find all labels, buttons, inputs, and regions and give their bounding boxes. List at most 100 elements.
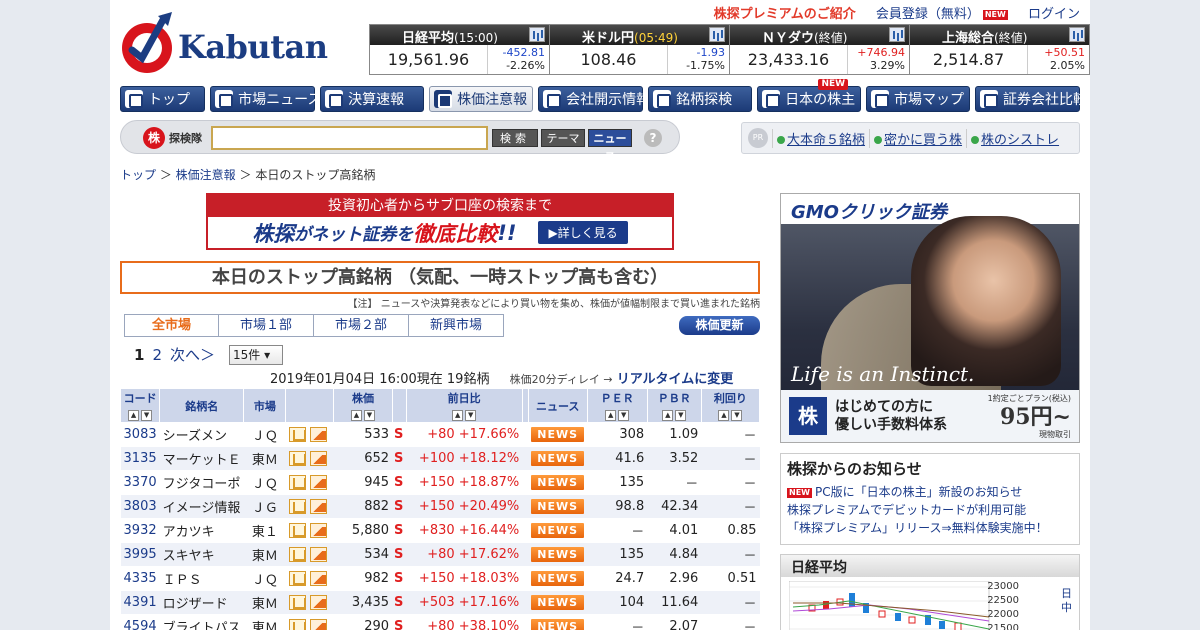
table-row[interactable]: 3803 イメージ情報 ＪＧ 882 S +150 +20.49% NEWS 98.8 42.3…: [120, 494, 760, 519]
nikkei-side-label[interactable]: 日中: [1061, 587, 1075, 615]
col-change[interactable]: 前日比 ▲ ▼: [405, 388, 523, 423]
kabutan-logo[interactable]: Kabutan: [120, 12, 350, 76]
page-2-link[interactable]: 2: [152, 346, 162, 364]
book-icon[interactable]: [288, 619, 306, 630]
notice-item[interactable]: NEW PC版に「日本の株主」新設のお知らせ: [787, 483, 1073, 501]
stock-code-link[interactable]: 3370: [124, 475, 157, 490]
nav-item[interactable]: 日本の株主 NEW: [757, 79, 862, 112]
table-row[interactable]: 3083 シーズメン ＪＱ 533 S +80 +17.66% NEWS 308 1.09 －: [120, 422, 760, 447]
cell-code[interactable]: 4391: [120, 590, 160, 615]
col-per[interactable]: ＰＥＲ ▲ ▼: [586, 388, 648, 423]
col-code[interactable]: コード ▲ ▼: [119, 388, 161, 423]
register-link[interactable]: 会員登録（無料） NEW: [876, 7, 1008, 22]
breadcrumb-top[interactable]: トップ: [120, 168, 156, 182]
stock-code-link[interactable]: 4335: [124, 571, 157, 586]
nav-item[interactable]: 市場ニュース: [210, 86, 321, 112]
cell-code[interactable]: 3083: [120, 422, 160, 447]
sort-icons[interactable]: ▲ ▼: [407, 407, 522, 421]
chart-icon[interactable]: [309, 451, 327, 466]
chart-icon[interactable]: [309, 475, 327, 490]
chart-icon[interactable]: [309, 571, 327, 586]
table-row[interactable]: 4335 ＩＰＳ ＪＱ 982 S +150 +18.03% NEWS 24.7 2.96 0.5…: [120, 566, 760, 591]
stock-code-link[interactable]: 4391: [124, 595, 157, 610]
table-row[interactable]: 3932 アカツキ 東１ 5,880 S +830 +16.44% NEWS － 4.01 0.8…: [120, 518, 760, 543]
refresh-price-button[interactable]: 株価更新: [679, 316, 760, 335]
book-icon[interactable]: [288, 571, 306, 586]
stock-code-link[interactable]: 3135: [124, 451, 157, 466]
tab-all-market[interactable]: 全市場: [124, 314, 219, 337]
cell-code[interactable]: 3370: [120, 470, 160, 495]
nav-item[interactable]: 株価注意報: [429, 86, 534, 112]
table-row[interactable]: 4391 ロジザード 東Ｍ 3,435 S +503 +17.16% NEWS 104 11.6…: [120, 590, 760, 615]
theme-search-button[interactable]: テーマ: [541, 129, 585, 147]
notice-item[interactable]: 「株探プレミアム」リリース⇒無料体験実施中！: [787, 519, 1073, 537]
news-button[interactable]: NEWS: [531, 523, 585, 538]
login-link[interactable]: ログイン: [1028, 7, 1080, 22]
tab-market-1[interactable]: 市場１部: [219, 314, 314, 337]
table-row[interactable]: 3135 マーケットＥ 東Ｍ 652 S +100 +18.12% NEWS 41.6 3.52…: [120, 446, 760, 471]
cell-code[interactable]: 4594: [120, 614, 160, 630]
chart-icon[interactable]: [529, 27, 545, 42]
nav-item[interactable]: トップ: [120, 86, 206, 112]
ticker[interactable]: 上海総合(終値) 2,514.87 +50.51 2.05%: [910, 24, 1090, 75]
table-row[interactable]: 3370 フジタコーポ ＪＱ 945 S +150 +18.87% NEWS 135 －－: [120, 470, 760, 495]
chart-icon[interactable]: [709, 27, 725, 42]
sort-icons[interactable]: ▲ ▼: [588, 407, 647, 421]
chart-icon[interactable]: [309, 427, 327, 442]
tab-emerging[interactable]: 新興市場: [409, 314, 504, 337]
news-button[interactable]: NEWS: [531, 427, 585, 442]
nikkei-candle-chart[interactable]: 23000 22500 22000 21500: [789, 581, 1049, 630]
chart-icon[interactable]: [1069, 27, 1085, 42]
nav-item[interactable]: 銘柄探検: [648, 86, 753, 112]
pr-link[interactable]: 大本命５銘柄: [772, 128, 869, 148]
ticker[interactable]: 米ドル円(05:49) 108.46 -1.93 -1.75%: [550, 24, 730, 75]
search-button[interactable]: 検索: [492, 129, 538, 147]
news-button[interactable]: NEWS: [531, 451, 585, 466]
sort-icons[interactable]: ▲ ▼: [702, 407, 759, 421]
stock-code-link[interactable]: 3932: [124, 523, 157, 538]
premium-link[interactable]: 株探プレミアムのご紹介: [714, 7, 856, 22]
table-row[interactable]: 4594 ブライトパス 東Ｍ 290 S +80 +38.10% NEWS － 2.07 －: [120, 614, 760, 630]
help-icon[interactable]: ?: [644, 129, 662, 147]
broker-compare-banner[interactable]: 投資初心者からサブ口座の検索まで 株探 がネット証券を 徹底比較 !! ▶詳しく…: [206, 193, 674, 250]
stock-code-link[interactable]: 4594: [124, 619, 157, 630]
col-price[interactable]: 株価 ▲ ▼: [333, 388, 393, 423]
chart-icon[interactable]: [309, 595, 327, 610]
chart-icon[interactable]: [889, 27, 905, 42]
book-icon[interactable]: [288, 451, 306, 466]
nav-item[interactable]: 証券会社比較: [975, 86, 1087, 112]
col-pbr[interactable]: ＰＢＲ ▲ ▼: [646, 388, 702, 423]
news-button[interactable]: NEWS: [531, 595, 585, 610]
pr-link[interactable]: 株のシストレ: [966, 128, 1063, 148]
news-button[interactable]: NEWS: [531, 475, 585, 490]
stock-code-link[interactable]: 3083: [124, 427, 157, 442]
notice-item[interactable]: 株探プレミアムでデビットカードが利用可能: [787, 501, 1073, 519]
news-button[interactable]: NEWS: [531, 571, 585, 586]
sort-icons[interactable]: ▲ ▼: [121, 407, 159, 421]
cell-code[interactable]: 3803: [120, 494, 160, 519]
next-page-link[interactable]: 次へ＞: [170, 344, 215, 365]
gmo-ad-banner[interactable]: GMOクリック証券 Life is an Instinct. 株 はじめての方に…: [780, 193, 1080, 443]
tab-market-2[interactable]: 市場２部: [314, 314, 409, 337]
book-icon[interactable]: [288, 595, 306, 610]
news-button[interactable]: NEWS: [531, 499, 585, 514]
news-search-button[interactable]: ニュース: [588, 129, 632, 163]
table-row[interactable]: 3995 スキヤキ 東Ｍ 534 S +80 +17.62% NEWS 135 4.84 －: [120, 542, 760, 567]
pr-link[interactable]: 密かに買う株: [869, 128, 966, 148]
stock-code-link[interactable]: 3803: [124, 499, 157, 514]
chart-icon[interactable]: [309, 499, 327, 514]
cell-code[interactable]: 4335: [120, 566, 160, 591]
nav-item[interactable]: 決算速報: [320, 86, 425, 112]
book-icon[interactable]: [288, 475, 306, 490]
sort-icons[interactable]: ▲ ▼: [648, 407, 701, 421]
cell-code[interactable]: 3995: [120, 542, 160, 567]
news-button[interactable]: NEWS: [531, 547, 585, 562]
sort-icons[interactable]: ▲ ▼: [334, 407, 391, 421]
col-yield[interactable]: 利回り ▲ ▼: [700, 388, 761, 423]
cell-code[interactable]: 3135: [120, 446, 160, 471]
news-button[interactable]: NEWS: [531, 619, 585, 630]
chart-icon[interactable]: [309, 547, 327, 562]
stock-code-link[interactable]: 3995: [124, 547, 157, 562]
ticker[interactable]: ＮＹダウ(終値) 23,433.16 +746.94 3.29%: [730, 24, 910, 75]
book-icon[interactable]: [288, 523, 306, 538]
